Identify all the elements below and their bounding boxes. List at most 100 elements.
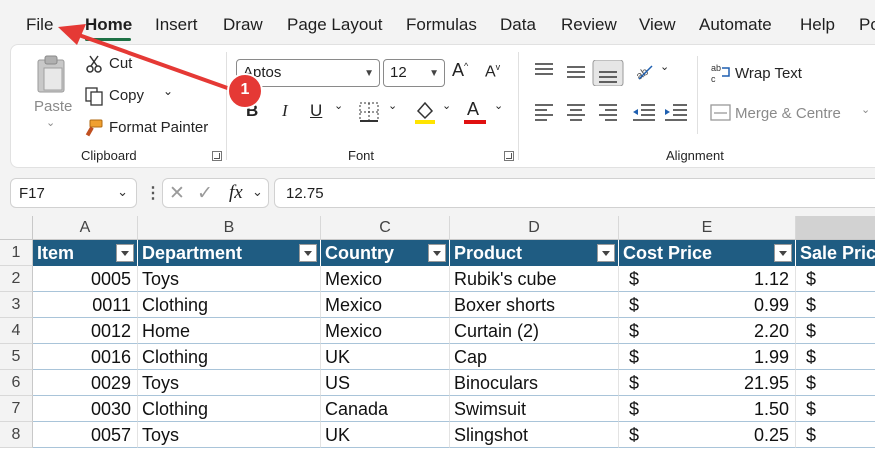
tab-formulas[interactable]: Formulas (406, 15, 477, 35)
table-cell[interactable]: 0005 (33, 266, 138, 292)
wrap-text-button[interactable]: Wrap Text (735, 65, 802, 82)
table-cell[interactable]: Mexico (321, 266, 450, 292)
column-header-f[interactable] (796, 216, 875, 240)
table-cell[interactable]: Curtain (2) (450, 318, 619, 344)
more-options-icon[interactable]: ⋮ (145, 183, 161, 203)
format-painter-button[interactable]: Format Painter (109, 119, 208, 136)
table-cell[interactable]: Clothing (138, 396, 321, 422)
name-box[interactable]: F17 ⌄ (10, 178, 137, 208)
table-cell[interactable]: Boxer shorts (450, 292, 619, 318)
table-cell[interactable]: 0012 (33, 318, 138, 344)
table-cell[interactable]: Swimsuit (450, 396, 619, 422)
table-cell[interactable]: $21.95 (619, 370, 796, 396)
table-cell[interactable]: Cap (450, 344, 619, 370)
tab-automate[interactable]: Automate (699, 15, 772, 35)
table-cell[interactable]: $0.99 (619, 292, 796, 318)
row-header-2[interactable]: 2 (0, 266, 33, 292)
select-all-corner[interactable] (0, 216, 33, 240)
merge-chevron-icon[interactable]: ⌄ (861, 103, 870, 116)
orientation-chevron-icon[interactable]: ⌄ (660, 60, 669, 73)
font-color-button[interactable]: A (467, 99, 479, 120)
row-header-1[interactable]: 1 (0, 240, 33, 266)
table-cell[interactable]: $ (796, 344, 875, 370)
filter-dropdown-icon[interactable] (597, 244, 615, 262)
paste-dropdown-chevron-icon[interactable]: ⌄ (46, 116, 55, 129)
filter-dropdown-icon[interactable] (299, 244, 317, 262)
table-cell[interactable]: Toys (138, 422, 321, 448)
table-cell[interactable]: $ (796, 292, 875, 318)
table-cell[interactable]: 0011 (33, 292, 138, 318)
row-header-4[interactable]: 4 (0, 318, 33, 344)
table-cell[interactable]: US (321, 370, 450, 396)
enter-icon[interactable]: ✓ (197, 182, 213, 205)
paste-label[interactable]: Paste (34, 98, 72, 115)
font-size-combobox[interactable]: 12 ▼ (383, 59, 445, 87)
table-cell[interactable]: Toys (138, 370, 321, 396)
table-header-cell[interactable]: Cost Price (619, 240, 796, 266)
table-cell[interactable]: Canada (321, 396, 450, 422)
column-header-d[interactable]: D (450, 216, 619, 240)
table-cell[interactable]: UK (321, 344, 450, 370)
row-header-3[interactable]: 3 (0, 292, 33, 318)
insert-function-button[interactable]: fx (229, 182, 243, 204)
copy-dropdown-chevron-icon[interactable]: ⌄ (163, 84, 173, 98)
table-cell[interactable]: UK (321, 422, 450, 448)
filter-dropdown-icon[interactable] (428, 244, 446, 262)
column-header-c[interactable]: C (321, 216, 450, 240)
table-cell[interactable]: $ (796, 266, 875, 292)
orientation-icon[interactable]: ab (634, 62, 656, 82)
shrink-font-button[interactable]: Av (485, 62, 500, 81)
row-header-8[interactable]: 8 (0, 422, 33, 448)
table-cell[interactable]: $1.99 (619, 344, 796, 370)
borders-chevron-icon[interactable]: ⌄ (388, 99, 397, 112)
table-cell[interactable]: Clothing (138, 344, 321, 370)
table-cell[interactable]: Rubik's cube (450, 266, 619, 292)
filter-dropdown-icon[interactable] (116, 244, 134, 262)
table-cell[interactable]: $ (796, 318, 875, 344)
tab-data[interactable]: Data (500, 15, 536, 35)
clipboard-launcher-icon[interactable] (212, 151, 222, 161)
font-color-chevron-icon[interactable]: ⌄ (494, 99, 503, 112)
tab-file[interactable]: File (26, 15, 53, 35)
table-cell[interactable]: $ (796, 396, 875, 422)
table-cell[interactable]: $0.25 (619, 422, 796, 448)
column-header-a[interactable]: A (33, 216, 138, 240)
table-cell[interactable]: $1.50 (619, 396, 796, 422)
borders-icon[interactable] (358, 101, 380, 123)
table-cell[interactable]: Clothing (138, 292, 321, 318)
table-cell[interactable]: 0029 (33, 370, 138, 396)
bold-button[interactable]: B (246, 101, 258, 121)
table-header-cell[interactable]: Item (33, 240, 138, 266)
table-header-cell[interactable]: Product (450, 240, 619, 266)
cut-button[interactable]: Cut (109, 55, 132, 72)
table-header-cell[interactable]: Country (321, 240, 450, 266)
table-cell[interactable]: Toys (138, 266, 321, 292)
table-cell[interactable]: Mexico (321, 292, 450, 318)
tab-home[interactable]: Home (85, 15, 132, 35)
underline-button[interactable]: U (310, 101, 322, 121)
fx-chevron-icon[interactable]: ⌄ (252, 184, 263, 200)
table-cell[interactable]: Mexico (321, 318, 450, 344)
fill-color-icon[interactable] (413, 99, 437, 125)
row-header-7[interactable]: 7 (0, 396, 33, 422)
grow-font-button[interactable]: A^ (452, 60, 468, 81)
row-header-5[interactable]: 5 (0, 344, 33, 370)
italic-button[interactable]: I (282, 101, 288, 121)
column-header-b[interactable]: B (138, 216, 321, 240)
table-cell[interactable]: $2.20 (619, 318, 796, 344)
table-cell[interactable]: 0030 (33, 396, 138, 422)
table-header-cell[interactable]: Department (138, 240, 321, 266)
formula-input[interactable]: 12.75 (274, 178, 875, 208)
tab-review[interactable]: Review (561, 15, 617, 35)
merge-centre-button[interactable]: Merge & Centre (735, 105, 841, 122)
table-cell[interactable]: Slingshot (450, 422, 619, 448)
table-header-cell[interactable]: Sale Price (796, 240, 875, 266)
tab-overflow[interactable]: Po (859, 15, 875, 35)
table-cell[interactable]: 0016 (33, 344, 138, 370)
tab-draw[interactable]: Draw (223, 15, 263, 35)
copy-button[interactable]: Copy (109, 87, 144, 104)
table-cell[interactable]: $ (796, 370, 875, 396)
cancel-icon[interactable]: ✕ (169, 182, 185, 205)
tab-insert[interactable]: Insert (155, 15, 198, 35)
font-launcher-icon[interactable] (504, 151, 514, 161)
